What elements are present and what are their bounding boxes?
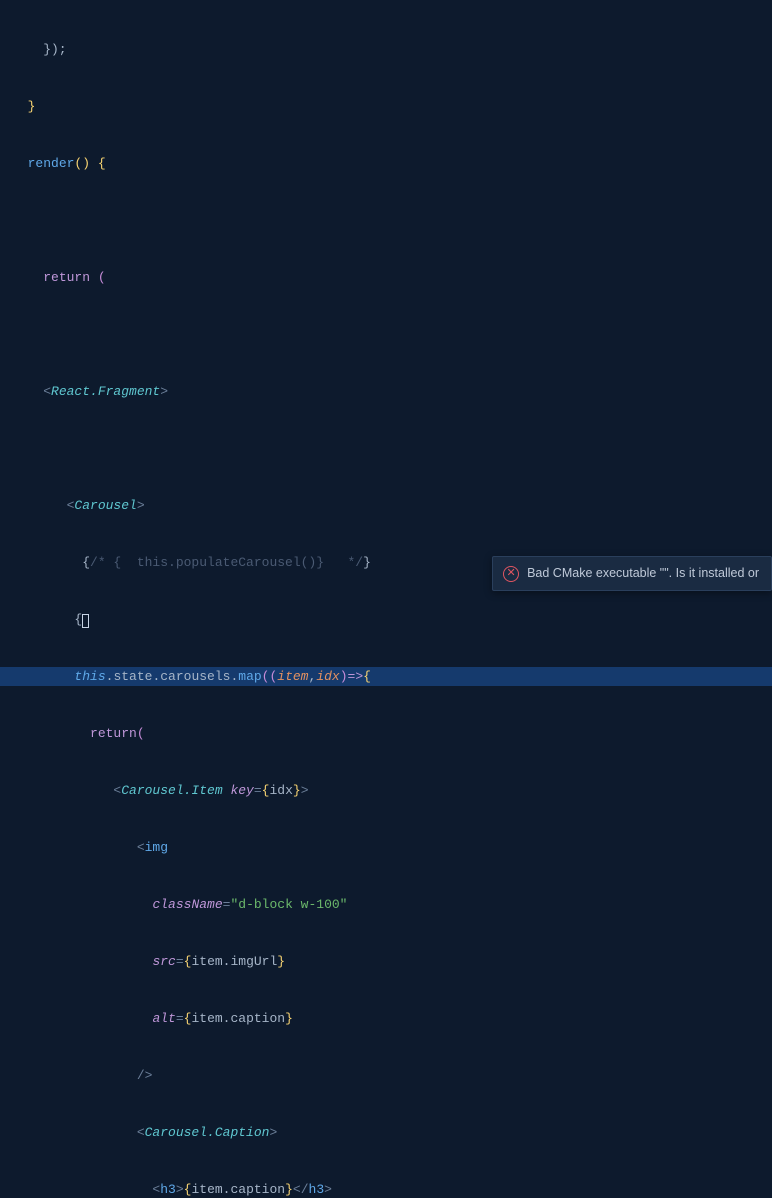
code-text — [12, 897, 152, 912]
code-text: src — [152, 954, 175, 969]
code-text: < — [12, 1182, 160, 1197]
code-text: => — [348, 669, 364, 684]
code-text: = — [223, 897, 231, 912]
code-text: /> — [12, 1068, 152, 1083]
code-line[interactable]: <h3>{item.caption}</h3> — [12, 1180, 772, 1198]
code-text: /* { this.populateCarousel()} */ — [90, 555, 363, 570]
code-line[interactable] — [12, 325, 772, 344]
code-line[interactable]: /> — [12, 1066, 772, 1085]
code-text: < — [12, 783, 121, 798]
code-text — [12, 270, 43, 285]
code-text: } — [285, 1011, 293, 1026]
code-text: item.caption — [191, 1011, 285, 1026]
code-line[interactable]: alt={item.caption} — [12, 1009, 772, 1028]
code-text: > — [269, 1125, 277, 1140]
cursor-bracket — [82, 614, 89, 628]
error-notification[interactable]: ✕ Bad CMake executable "". Is it install… — [492, 556, 772, 591]
code-text: = — [176, 954, 184, 969]
code-text: return — [90, 726, 137, 741]
code-text: </ — [293, 1182, 309, 1197]
code-text: Carousel.Item — [121, 783, 222, 798]
code-text: idx — [269, 783, 292, 798]
code-line[interactable]: } — [12, 97, 772, 116]
code-text — [12, 1011, 152, 1026]
code-text: } — [363, 555, 371, 570]
code-line[interactable]: className="d-block w-100" — [12, 895, 772, 914]
code-text: map — [238, 669, 261, 684]
code-text: item — [277, 669, 308, 684]
code-text: < — [12, 498, 74, 513]
code-text: ) — [340, 669, 348, 684]
code-text: ( — [137, 726, 145, 741]
code-text: render — [28, 156, 75, 171]
code-text: } — [12, 99, 35, 114]
code-text: { — [12, 612, 82, 627]
code-line[interactable]: <Carousel> — [12, 496, 772, 515]
code-line[interactable] — [12, 439, 772, 458]
error-icon: ✕ — [503, 566, 519, 582]
code-text — [12, 669, 74, 684]
code-line[interactable]: return( — [12, 724, 772, 743]
code-text: this — [74, 669, 105, 684]
code-text — [223, 783, 231, 798]
code-text: h3 — [309, 1182, 325, 1197]
code-line[interactable]: <React.Fragment> — [12, 382, 772, 401]
code-text: key — [230, 783, 253, 798]
code-text: alt — [152, 1011, 175, 1026]
code-text: .state.carousels. — [106, 669, 239, 684]
code-text: { — [184, 1182, 192, 1197]
code-text: }); — [12, 42, 67, 57]
code-text: "d-block w-100" — [230, 897, 347, 912]
code-text: Carousel — [74, 498, 136, 513]
code-text: item.imgUrl — [191, 954, 277, 969]
code-line-highlighted[interactable]: this.state.carousels.map((item,idx)=>{ — [0, 667, 772, 686]
code-text: < — [12, 840, 145, 855]
code-text: > — [324, 1182, 332, 1197]
code-text — [12, 156, 28, 171]
code-text: ( — [90, 270, 106, 285]
code-text: className — [152, 897, 222, 912]
code-text: { — [184, 954, 192, 969]
code-text: , — [309, 669, 317, 684]
code-text: > — [301, 783, 309, 798]
code-text: React.Fragment — [51, 384, 160, 399]
code-line[interactable]: src={item.imgUrl} — [12, 952, 772, 971]
code-line[interactable]: <Carousel.Item key={idx}> — [12, 781, 772, 800]
code-text: item.caption — [191, 1182, 285, 1197]
code-text: h3 — [160, 1182, 176, 1197]
code-line[interactable]: return ( — [12, 268, 772, 287]
code-line[interactable]: <img — [12, 838, 772, 857]
code-text: } — [285, 1182, 293, 1197]
code-text: { — [363, 669, 371, 684]
icon-glyph: ✕ — [506, 568, 515, 579]
code-text: () { — [74, 156, 105, 171]
code-text: idx — [316, 669, 339, 684]
code-text: = — [176, 1011, 184, 1026]
code-line[interactable]: }); — [12, 40, 772, 59]
code-text: { — [12, 555, 90, 570]
code-text — [12, 726, 90, 741]
code-line[interactable]: <Carousel.Caption> — [12, 1123, 772, 1142]
code-text: return — [43, 270, 90, 285]
code-text: } — [277, 954, 285, 969]
code-text: Carousel.Caption — [145, 1125, 270, 1140]
code-text: (( — [262, 669, 278, 684]
code-line[interactable] — [12, 211, 772, 230]
code-text: img — [145, 840, 168, 855]
code-editor[interactable]: }); } render() { return ( <React.Fragmen… — [0, 0, 772, 1198]
code-text: < — [12, 1125, 145, 1140]
code-text: } — [293, 783, 301, 798]
code-text: > — [137, 498, 145, 513]
code-line[interactable]: render() { — [12, 154, 772, 173]
code-text — [12, 954, 152, 969]
code-text: < — [12, 384, 51, 399]
code-text: > — [160, 384, 168, 399]
error-message: Bad CMake executable "". Is it installed… — [527, 564, 759, 583]
code-text: = — [254, 783, 262, 798]
code-text: > — [176, 1182, 184, 1197]
code-text: { — [262, 783, 270, 798]
code-text: { — [184, 1011, 192, 1026]
code-line[interactable]: { — [12, 610, 772, 629]
